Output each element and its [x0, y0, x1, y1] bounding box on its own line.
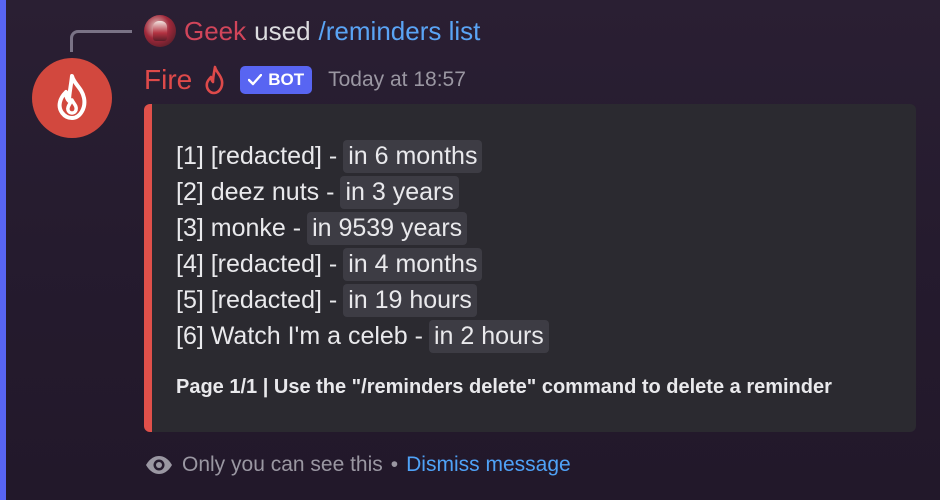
list-item: [3] monke - in 9539 years: [176, 210, 832, 246]
embed-body: [1] [redacted] - in 6 months [2] deez nu…: [176, 138, 832, 399]
reply-command[interactable]: /reminders list: [319, 16, 481, 47]
bot-avatar[interactable]: [32, 58, 112, 138]
list-item: [1] [redacted] - in 6 months: [176, 138, 832, 174]
message-timestamp[interactable]: Today at 18:57: [328, 68, 466, 92]
bot-username[interactable]: Fire: [144, 64, 192, 96]
message-view: Geek used /reminders list Fire BOT Today…: [0, 0, 940, 500]
ephemeral-text: Only you can see this: [182, 453, 383, 476]
reminder-label: [4] [redacted] -: [176, 249, 338, 278]
reminder-label: [1] [redacted] -: [176, 141, 338, 170]
list-item: [2] deez nuts - in 3 years: [176, 174, 832, 210]
highlight-bar: [0, 0, 6, 500]
reply-used-text: used: [254, 15, 311, 46]
flame-icon: [57, 74, 87, 120]
reply-connector: [70, 30, 132, 52]
reminder-time: in 4 months: [343, 247, 483, 281]
separator-dot: •: [390, 453, 399, 476]
reply-context[interactable]: Geek used /reminders list: [144, 14, 480, 48]
reply-user-avatar[interactable]: [144, 15, 176, 47]
reminder-time: in 19 hours: [343, 283, 477, 317]
flame-icon: [205, 65, 224, 95]
bot-badge: BOT: [240, 66, 313, 94]
eye-icon: [146, 456, 172, 474]
embed-footer: Page 1/1 | Use the "/reminders delete" c…: [176, 376, 832, 398]
bot-badge-label: BOT: [268, 70, 305, 89]
list-item: [4] [redacted] - in 4 months: [176, 246, 832, 282]
list-item: [5] [redacted] - in 19 hours: [176, 282, 832, 318]
list-item: [6] Watch I'm a celeb - in 2 hours: [176, 318, 832, 354]
reminder-label: [5] [redacted] -: [176, 285, 338, 314]
reminder-time: in 9539 years: [307, 211, 468, 245]
message-header: Fire BOT Today at 18:57: [144, 60, 466, 100]
embed-accent-bar: [144, 104, 152, 432]
ephemeral-notice: Only you can see this • Dismiss message: [144, 450, 571, 480]
reminder-time: in 2 hours: [429, 319, 549, 353]
reminder-label: [2] deez nuts -: [176, 177, 335, 206]
reminders-embed: [1] [redacted] - in 6 months [2] deez nu…: [144, 104, 916, 432]
reminder-label: [6] Watch I'm a celeb -: [176, 321, 423, 350]
reminder-label: [3] monke -: [176, 213, 302, 242]
reminder-time: in 6 months: [343, 139, 483, 173]
dismiss-message-link[interactable]: Dismiss message: [406, 453, 571, 477]
verified-check-icon: [248, 74, 263, 86]
reply-username[interactable]: Geek: [184, 16, 246, 47]
reminder-time: in 3 years: [340, 175, 459, 209]
